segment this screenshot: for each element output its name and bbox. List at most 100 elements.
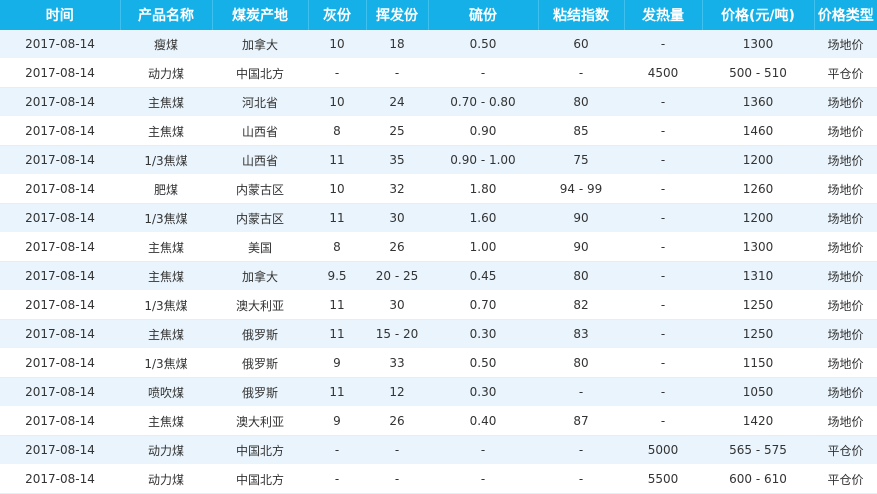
cell-caking-index: 90 xyxy=(538,203,624,233)
cell-volatile: - xyxy=(366,435,428,465)
cell-volatile: 33 xyxy=(366,348,428,378)
cell-ash: 11 xyxy=(308,377,366,407)
cell-volatile: 32 xyxy=(366,174,428,204)
cell-caking-index: 82 xyxy=(538,290,624,320)
cell-date: 2017-08-14 xyxy=(0,145,120,175)
cell-ash: 9 xyxy=(308,406,366,436)
cell-price-type: 场地价 xyxy=(814,116,877,146)
cell-product-name: 主焦煤 xyxy=(120,87,212,117)
cell-price: 1260 xyxy=(702,174,814,204)
table-row: 2017-08-14 主焦煤 河北省 10 24 0.70 - 0.80 80-1360 场地… xyxy=(0,87,877,117)
cell-price: 1310 xyxy=(702,261,814,291)
cell-price-type: 场地价 xyxy=(814,203,877,233)
header-time: 时间 xyxy=(0,0,121,30)
cell-price-type: 场地价 xyxy=(814,348,877,378)
cell-price: 1200 xyxy=(702,145,814,175)
header-origin: 煤炭产地 xyxy=(212,0,309,30)
cell-price-type: 场地价 xyxy=(814,145,877,175)
cell-price: 1050 xyxy=(702,377,814,407)
cell-volatile: 26 xyxy=(366,232,428,262)
cell-calorific-value: 5500 xyxy=(624,464,702,494)
cell-product-name: 瘦煤 xyxy=(120,30,212,59)
cell-volatile: 30 xyxy=(366,203,428,233)
cell-origin: 内蒙古区 xyxy=(212,174,308,204)
cell-volatile: 20 - 25 xyxy=(366,261,428,291)
cell-sulfur: 0.50 xyxy=(428,30,538,59)
cell-product-name: 1/3焦煤 xyxy=(120,145,212,175)
cell-origin: 内蒙古区 xyxy=(212,203,308,233)
cell-origin: 山西省 xyxy=(212,116,308,146)
cell-origin: 澳大利亚 xyxy=(212,406,308,436)
cell-date: 2017-08-14 xyxy=(0,116,120,146)
cell-product-name: 喷吹煤 xyxy=(120,377,212,407)
cell-date: 2017-08-14 xyxy=(0,261,120,291)
cell-price-type: 场地价 xyxy=(814,232,877,262)
table-row: 2017-08-14 1/3焦煤 澳大利亚 11 30 0.70 82-1250 场地价 xyxy=(0,290,877,320)
cell-caking-index: 85 xyxy=(538,116,624,146)
cell-caking-index: 60 xyxy=(538,30,624,59)
cell-price: 1250 xyxy=(702,290,814,320)
cell-volatile: - xyxy=(366,58,428,88)
cell-ash: 11 xyxy=(308,290,366,320)
cell-sulfur: 0.70 - 0.80 xyxy=(428,87,538,117)
cell-ash: - xyxy=(308,58,366,88)
cell-date: 2017-08-14 xyxy=(0,319,120,349)
cell-origin: 中国北方 xyxy=(212,435,308,465)
cell-ash: 10 xyxy=(308,174,366,204)
cell-sulfur: 0.70 xyxy=(428,290,538,320)
cell-price: 600 - 610 xyxy=(702,464,814,494)
cell-date: 2017-08-14 xyxy=(0,406,120,436)
cell-ash: 11 xyxy=(308,203,366,233)
cell-calorific-value: - xyxy=(624,30,702,59)
cell-calorific-value: - xyxy=(624,116,702,146)
cell-price-type: 平仓价 xyxy=(814,58,877,88)
cell-date: 2017-08-14 xyxy=(0,87,120,117)
cell-product-name: 肥煤 xyxy=(120,174,212,204)
cell-caking-index: - xyxy=(538,377,624,407)
cell-caking-index: 90 xyxy=(538,232,624,262)
cell-price: 500 - 510 xyxy=(702,58,814,88)
table-row: 2017-08-14 喷吹煤 俄罗斯 11 12 0.30- -1050 场地价 xyxy=(0,377,877,407)
cell-origin: 澳大利亚 xyxy=(212,290,308,320)
cell-volatile: 15 - 20 xyxy=(366,319,428,349)
cell-price: 1420 xyxy=(702,406,814,436)
cell-product-name: 1/3焦煤 xyxy=(120,290,212,320)
cell-sulfur: 1.00 xyxy=(428,232,538,262)
cell-product-name: 主焦煤 xyxy=(120,116,212,146)
cell-volatile: 12 xyxy=(366,377,428,407)
cell-calorific-value: - xyxy=(624,377,702,407)
cell-calorific-value: - xyxy=(624,290,702,320)
cell-calorific-value: 4500 xyxy=(624,58,702,88)
header-sulfur: 硫份 xyxy=(428,0,539,30)
header-ash: 灰份 xyxy=(308,0,367,30)
table-row: 2017-08-14 主焦煤 山西省 8 25 0.90 85-1460 场地价 xyxy=(0,116,877,146)
cell-calorific-value: - xyxy=(624,232,702,262)
cell-caking-index: 94 - 99 xyxy=(538,174,624,204)
cell-ash: 9 xyxy=(308,348,366,378)
table-body: 2017-08-14 瘦煤 加拿大 10 18 0.50 60-1300 场地价 2017-08… xyxy=(0,30,877,494)
cell-volatile: 24 xyxy=(366,87,428,117)
table-row: 2017-08-14 动力煤 中国北方 - - - -4500 500 - 510 平仓价 xyxy=(0,58,877,88)
cell-calorific-value: 5000 xyxy=(624,435,702,465)
cell-calorific-value: - xyxy=(624,87,702,117)
cell-product-name: 主焦煤 xyxy=(120,319,212,349)
header-calorific-value: 发热量 xyxy=(624,0,703,30)
cell-origin: 俄罗斯 xyxy=(212,348,308,378)
cell-origin: 加拿大 xyxy=(212,261,308,291)
header-price: 价格(元/吨) xyxy=(702,0,815,30)
cell-origin: 山西省 xyxy=(212,145,308,175)
table-row: 2017-08-14 主焦煤 加拿大 9.5 20 - 25 0.45 80-1310 场地价 xyxy=(0,261,877,291)
coal-price-table: 时间 产品名称 煤炭产地 灰份 挥发份 硫份 粘结指数 发热量 价格(元/吨) 价格类型 2017… xyxy=(0,0,877,494)
cell-sulfur: 0.90 xyxy=(428,116,538,146)
cell-ash: 11 xyxy=(308,319,366,349)
cell-date: 2017-08-14 xyxy=(0,377,120,407)
table-header: 时间 产品名称 煤炭产地 灰份 挥发份 硫份 粘结指数 发热量 价格(元/吨) 价格类型 xyxy=(0,0,877,30)
cell-price-type: 场地价 xyxy=(814,406,877,436)
cell-date: 2017-08-14 xyxy=(0,435,120,465)
cell-ash: 8 xyxy=(308,116,366,146)
cell-price-type: 平仓价 xyxy=(814,435,877,465)
cell-calorific-value: - xyxy=(624,174,702,204)
cell-product-name: 1/3焦煤 xyxy=(120,203,212,233)
header-price-type: 价格类型 xyxy=(814,0,877,30)
cell-sulfur: - xyxy=(428,58,538,88)
